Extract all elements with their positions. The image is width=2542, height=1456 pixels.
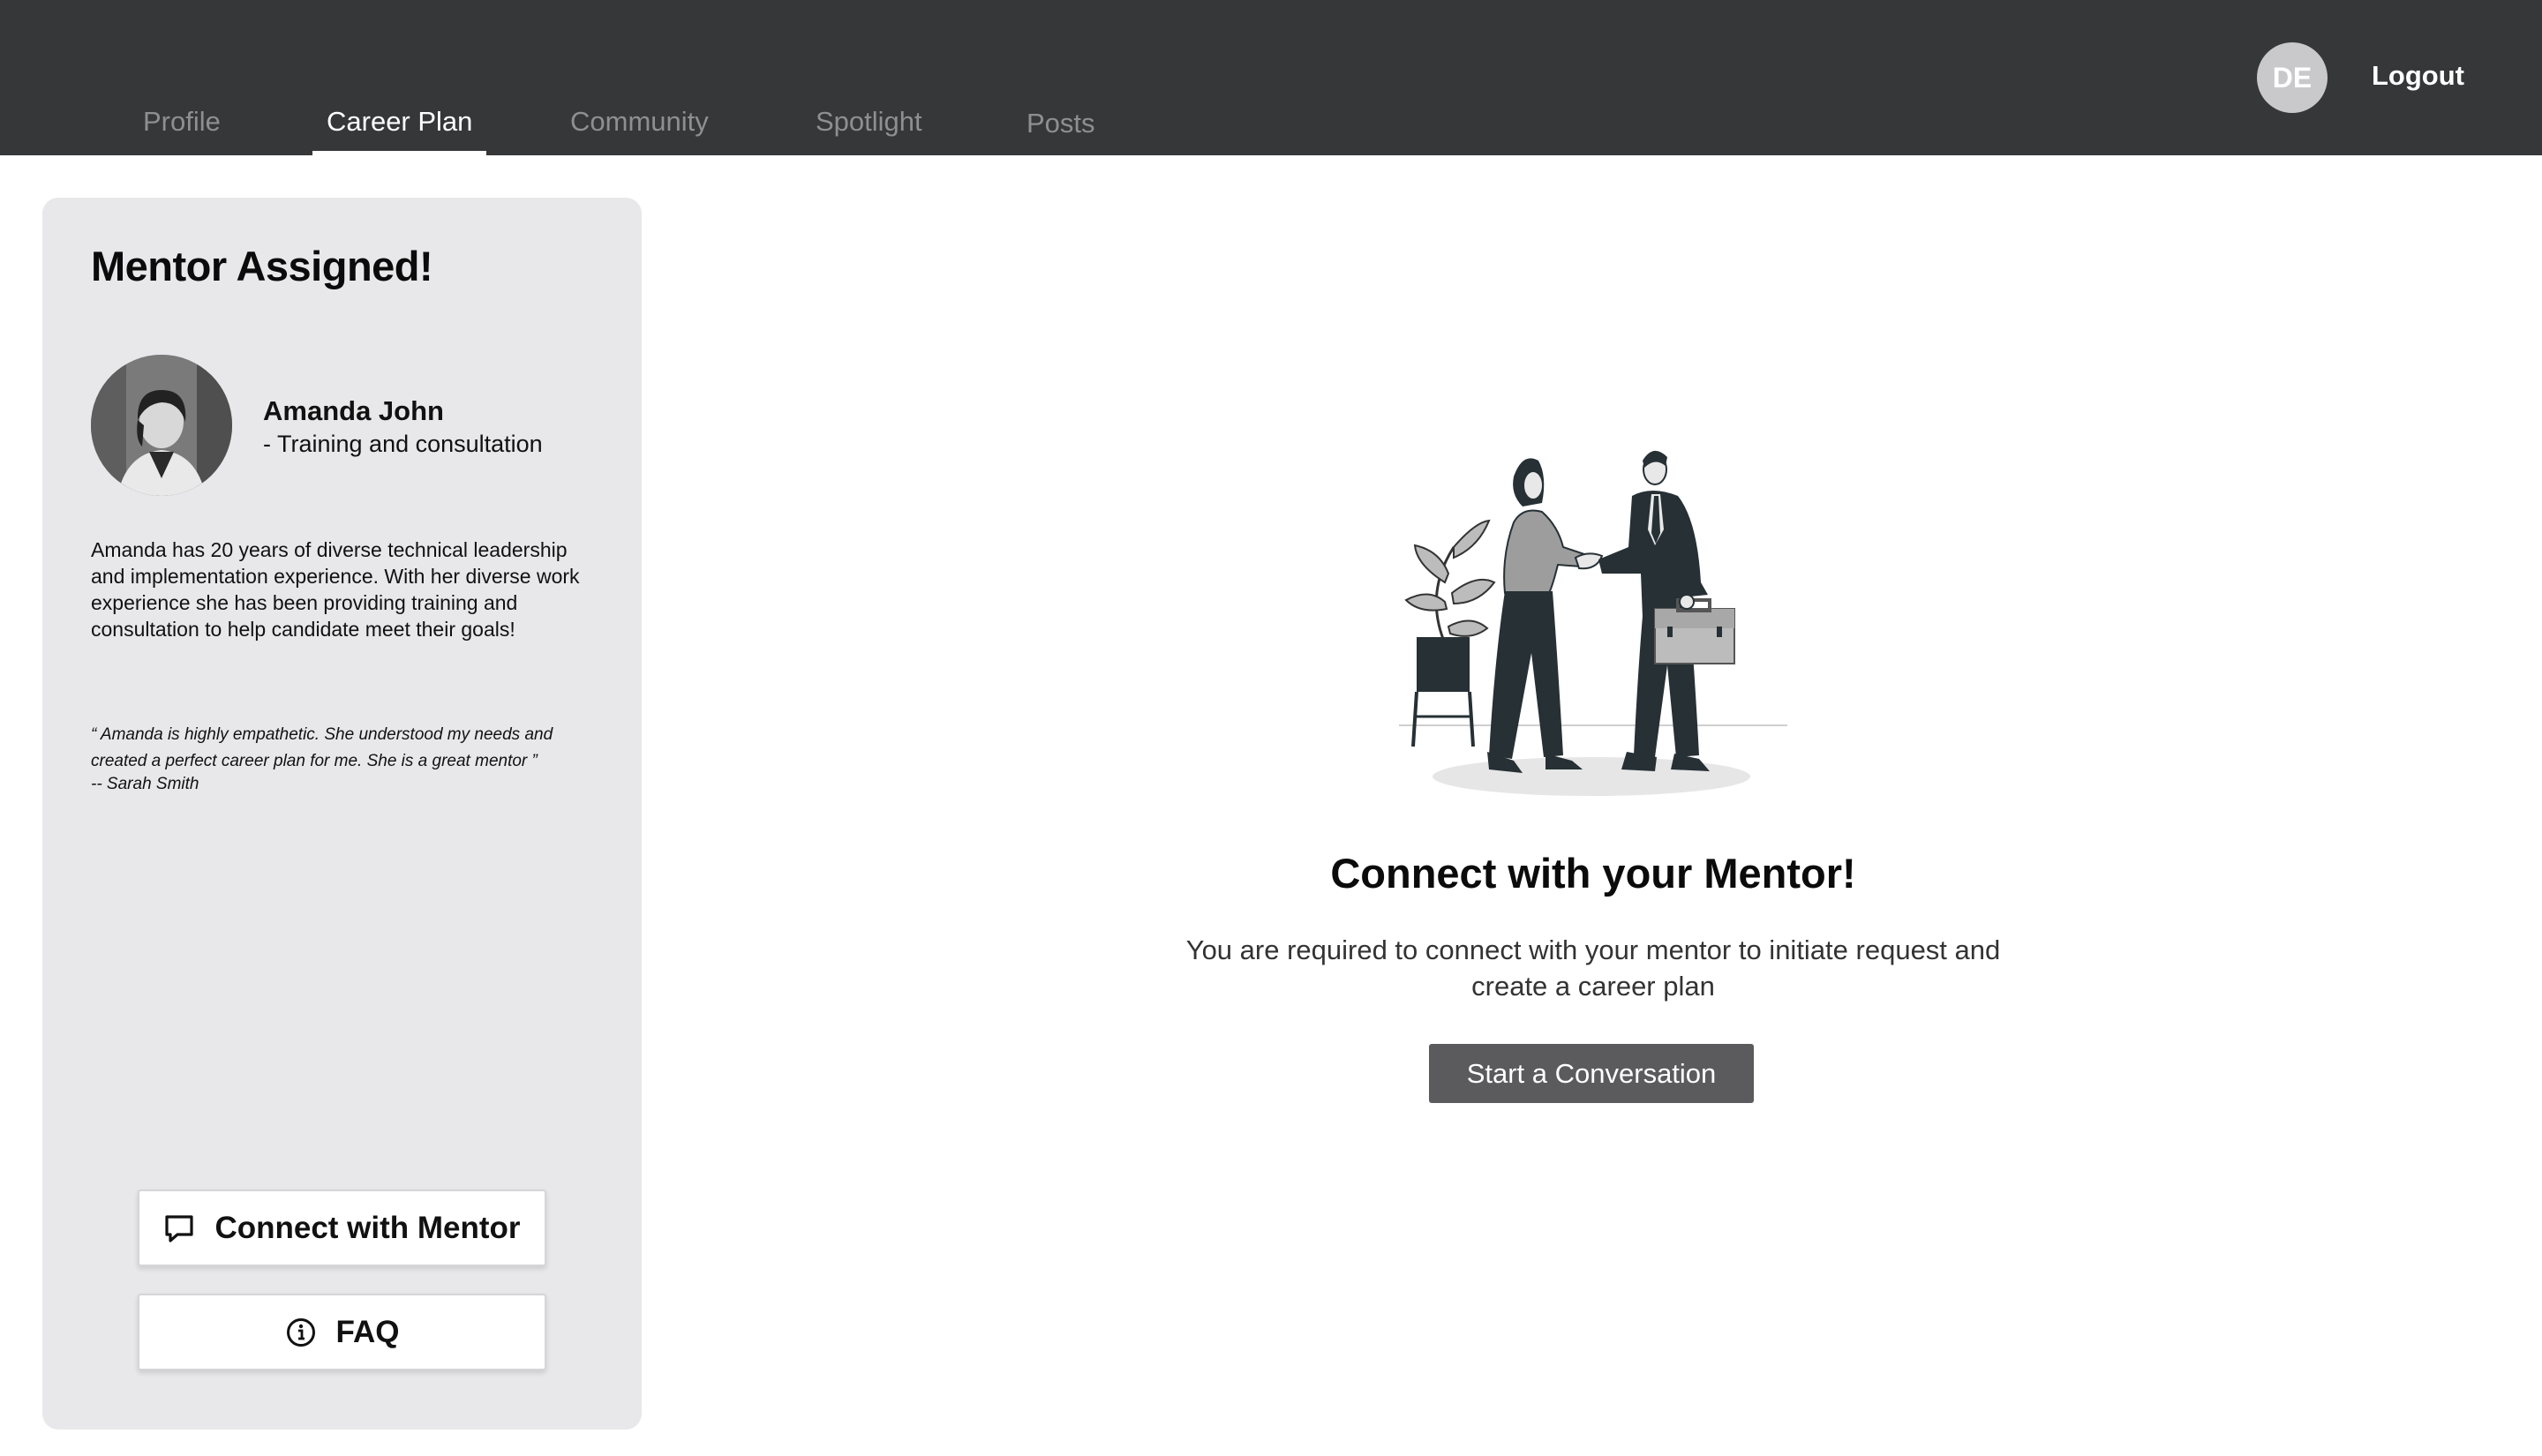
main-description: You are required to connect with your me…	[1185, 934, 2001, 1002]
tab-profile[interactable]: Profile	[143, 106, 221, 155]
testimonial-quote: “ Amanda is highly empathetic. She under…	[91, 725, 553, 770]
tab-career-plan[interactable]: Career Plan	[312, 106, 487, 155]
card-title: Mentor Assigned!	[91, 243, 433, 289]
mentor-name: Amanda John	[263, 395, 444, 426]
handshake-illustration	[1390, 441, 1796, 803]
user-avatar[interactable]: DE	[2257, 42, 2328, 113]
start-conversation-button[interactable]: Start a Conversation	[1429, 1044, 1754, 1103]
mentor-card: Mentor Assigned! Amanda John - Training …	[42, 198, 642, 1430]
chat-icon	[163, 1212, 195, 1244]
tab-community[interactable]: Community	[570, 106, 709, 155]
testimonial-author: -- Sarah Smith	[91, 775, 199, 793]
tab-spotlight[interactable]: Spotlight	[816, 106, 922, 155]
connect-with-mentor-label: Connect with Mentor	[214, 1210, 521, 1245]
mentor-photo	[91, 355, 232, 496]
mentor-role: - Training and consultation	[263, 431, 543, 457]
logout-link[interactable]: Logout	[2372, 60, 2464, 92]
faq-button[interactable]: FAQ	[138, 1294, 546, 1370]
tab-posts[interactable]: Posts	[1027, 108, 1095, 157]
mentor-bio: Amanda has 20 years of diverse technical…	[91, 538, 580, 641]
top-nav-bar: Profile Career Plan Community Spotlight …	[0, 0, 2542, 155]
faq-label: FAQ	[335, 1314, 400, 1349]
info-icon	[285, 1317, 317, 1348]
connect-with-mentor-button[interactable]: Connect with Mentor	[138, 1190, 546, 1266]
main-heading: Connect with your Mentor!	[1330, 850, 1856, 897]
